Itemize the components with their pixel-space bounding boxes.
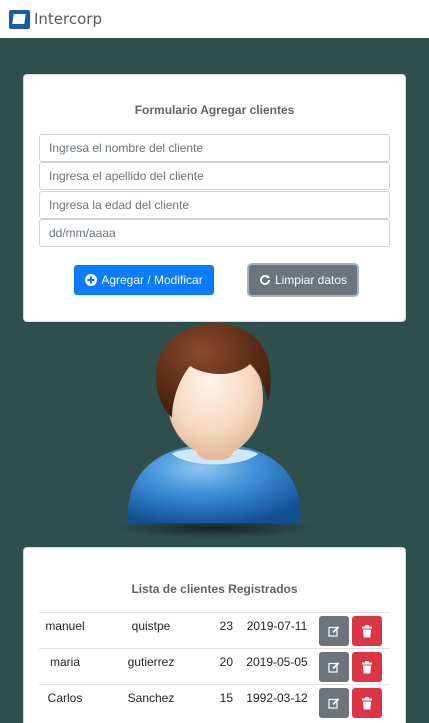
brand-name[interactable]: Intercorp xyxy=(34,10,102,28)
client-date: 2019-05-05 xyxy=(246,655,308,669)
edit-button[interactable] xyxy=(319,688,349,718)
clear-data-label: Limpiar datos xyxy=(274,273,348,287)
client-lastname: gutierrez xyxy=(127,655,175,669)
table-row: manuel quistpe 23 2019-07-11 xyxy=(39,612,390,648)
age-input[interactable] xyxy=(39,191,390,219)
client-age: 23 xyxy=(219,619,233,633)
client-date: 1992-03-12 xyxy=(246,691,308,705)
name-input[interactable] xyxy=(39,134,390,162)
client-age: 15 xyxy=(219,691,233,705)
edit-button[interactable] xyxy=(319,616,349,646)
form-card: Formulario Agregar clientes Agregar / Mo… xyxy=(23,74,406,322)
edit-button[interactable] xyxy=(319,652,349,682)
trash-icon xyxy=(362,660,372,673)
add-modify-button[interactable]: Agregar / Modificar xyxy=(74,265,214,295)
clients-list-card: Lista de clientes Registrados manuel qui… xyxy=(23,547,406,723)
delete-button[interactable] xyxy=(352,688,382,718)
client-name: manuel xyxy=(45,619,85,633)
client-name: maria xyxy=(49,655,80,669)
trash-icon xyxy=(362,624,372,637)
client-lastname: Sanchez xyxy=(127,691,175,705)
delete-button[interactable] xyxy=(352,652,382,682)
edit-icon xyxy=(328,662,340,673)
add-modify-label: Agregar / Modificar xyxy=(101,273,203,287)
navbar: Intercorp xyxy=(0,0,429,38)
delete-button[interactable] xyxy=(352,616,382,646)
form-title: Formulario Agregar clientes xyxy=(134,103,295,117)
refresh-icon xyxy=(259,274,271,286)
edit-icon xyxy=(328,698,340,709)
client-age: 20 xyxy=(219,655,233,669)
lastname-input[interactable] xyxy=(39,162,390,190)
user-avatar-image xyxy=(115,323,315,538)
trash-icon xyxy=(362,696,372,709)
list-title: Lista de clientes Registrados xyxy=(131,582,298,596)
clear-data-button[interactable]: Limpiar datos xyxy=(249,265,357,295)
date-input[interactable] xyxy=(39,219,390,247)
client-name: Carlos xyxy=(47,691,83,705)
client-date: 2019-07-11 xyxy=(246,619,308,633)
intercorp-logo-icon[interactable] xyxy=(9,9,30,29)
table-row: Carlos Sanchez 15 1992-03-12 xyxy=(39,684,390,720)
client-lastname: quistpe xyxy=(131,619,171,633)
plus-circle-icon xyxy=(85,274,98,286)
table-row: maria gutierrez 20 2019-05-05 xyxy=(39,648,390,684)
edit-icon xyxy=(328,626,340,637)
